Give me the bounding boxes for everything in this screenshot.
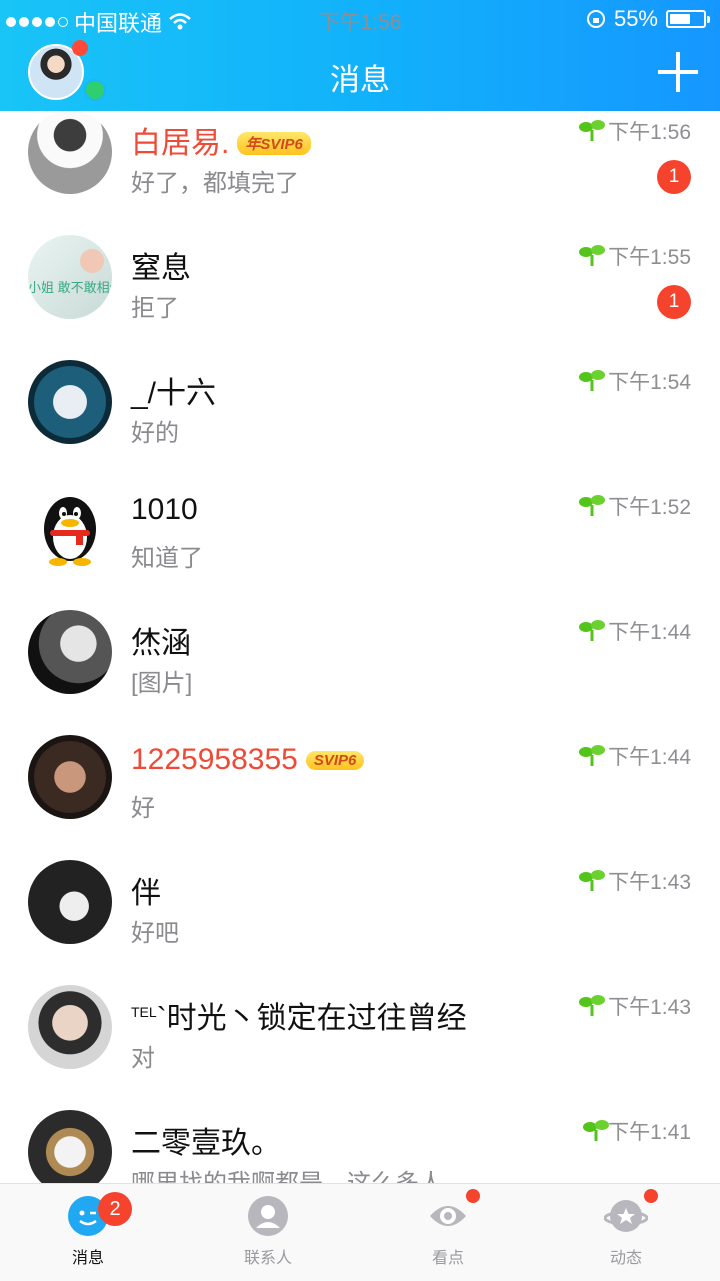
eye-icon (430, 1206, 466, 1226)
conversation-row[interactable]: 小姐 敢不敢相信我 窒息 拒了 下午1:55 1 (0, 221, 720, 346)
tab-kandian[interactable]: 看点 (388, 1184, 508, 1281)
last-message: 好了，都填完了 (131, 170, 299, 197)
message-time: 下午1:52 (608, 496, 691, 519)
sprout-icon (579, 870, 605, 891)
contact-name: 烋涵 (131, 627, 191, 660)
last-message: 好的 (131, 420, 179, 447)
dynamics-notification-dot (644, 1189, 658, 1203)
unread-count-badge: 1 (657, 285, 691, 319)
conversation-row[interactable]: 1010 知道了 下午1:52 (0, 471, 720, 596)
last-message: 拒了 (131, 295, 179, 322)
contact-name: 白居易. 年SVIP6 (131, 118, 311, 162)
sprout-icon (579, 995, 605, 1016)
contact-name: TEL`时光丶锁定在过往曾经 (131, 1002, 467, 1035)
tab-label: 看点 (431, 1250, 464, 1267)
sprout-icon (579, 620, 605, 641)
header-bar: 中国联通 下午1:56 55% 消息 (0, 0, 720, 111)
last-message: 好吧 (131, 920, 179, 947)
message-time: 下午1:41 (608, 1121, 691, 1144)
messages-unread-badge: 2 (98, 1192, 132, 1226)
tab-contacts[interactable]: 联系人 (208, 1184, 328, 1281)
contact-name: 1225958355 SVIP6 (131, 743, 365, 777)
contact-avatar[interactable] (28, 111, 112, 194)
message-time: 下午1:54 (608, 371, 691, 394)
conversation-row[interactable]: 白居易. 年SVIP6 好了，都填完了 下午1:56 1 (0, 111, 720, 221)
contact-avatar[interactable] (28, 485, 112, 569)
battery-icon (666, 10, 710, 28)
sprout-icon (579, 495, 605, 516)
tab-label: 动态 (609, 1250, 642, 1267)
message-time: 下午1:56 (608, 121, 691, 144)
last-message: 哪里找的我啊都是，这么多人 (131, 1163, 443, 1183)
rotation-lock-icon (586, 10, 605, 28)
contact-avatar[interactable] (28, 1110, 112, 1183)
tab-messages[interactable]: 消息 (28, 1184, 148, 1281)
message-time: 下午1:44 (608, 621, 691, 644)
last-message: 对 (131, 1045, 155, 1072)
contact-name: 窒息 (131, 252, 191, 285)
contact-name: 二零壹玖。 (131, 1127, 281, 1160)
conversation-row[interactable]: 1225958355 SVIP6 好 下午1:44 (0, 721, 720, 846)
tab-dynamics[interactable]: 动态 (566, 1184, 686, 1281)
svip-badge: 年SVIP6 (237, 132, 311, 155)
message-time: 下午1:44 (608, 746, 691, 769)
svip-badge: SVIP6 (305, 751, 365, 770)
notification-dot (72, 40, 88, 56)
conversation-row[interactable]: 伴 好吧 下午1:43 (0, 846, 720, 971)
contact-avatar[interactable] (28, 735, 112, 819)
contact-avatar[interactable]: 小姐 敢不敢相信我 (28, 235, 112, 319)
conversation-row[interactable]: 烋涵 [图片] 下午1:44 (0, 596, 720, 721)
contact-name: _/十六 (131, 377, 217, 410)
message-time: 下午1:55 (608, 246, 691, 269)
tab-label: 联系人 (243, 1250, 292, 1267)
contacts-icon (248, 1196, 288, 1236)
contact-avatar[interactable] (28, 610, 112, 694)
kandian-notification-dot (466, 1189, 480, 1203)
conversation-row[interactable]: TEL`时光丶锁定在过往曾经 对 下午1:43 (0, 971, 720, 1096)
unread-count-badge: 1 (657, 160, 691, 194)
last-message: [图片] (131, 670, 193, 697)
message-time: 下午1:43 (608, 871, 691, 894)
conversation-list[interactable]: 白居易.年SVIP6 好了，都填完了 下午1:56 1 小姐 敢不敢相信我 窒息… (0, 111, 720, 1183)
contact-avatar[interactable] (28, 985, 112, 1069)
add-plus-button[interactable] (658, 52, 698, 92)
tab-label: 消息 (71, 1250, 104, 1267)
last-message: 知道了 (131, 545, 203, 572)
penguin-icon (44, 497, 96, 566)
last-message: 好 (131, 795, 155, 822)
planet-star-icon (604, 1200, 648, 1232)
contact-name: 伴 (131, 877, 161, 910)
sprout-icon (579, 745, 605, 766)
status-bar: 中国联通 下午1:56 55% (0, 0, 720, 38)
contact-avatar[interactable] (28, 360, 112, 444)
sprout-icon (579, 370, 605, 391)
page-title: 消息 (330, 64, 390, 97)
contact-name: 1010 (131, 493, 198, 526)
battery-percent: 55% (613, 6, 658, 31)
conversation-row[interactable]: 二零壹玖。 哪里找的我啊都是，这么多人 下午1:41 (0, 1096, 720, 1183)
sprout-icon (579, 120, 605, 141)
sprout-icon (583, 1120, 609, 1141)
sprout-icon (579, 245, 605, 266)
contact-avatar[interactable] (28, 860, 112, 944)
message-time: 下午1:43 (608, 996, 691, 1019)
conversation-row[interactable]: _/十六 好的 下午1:54 (0, 346, 720, 471)
